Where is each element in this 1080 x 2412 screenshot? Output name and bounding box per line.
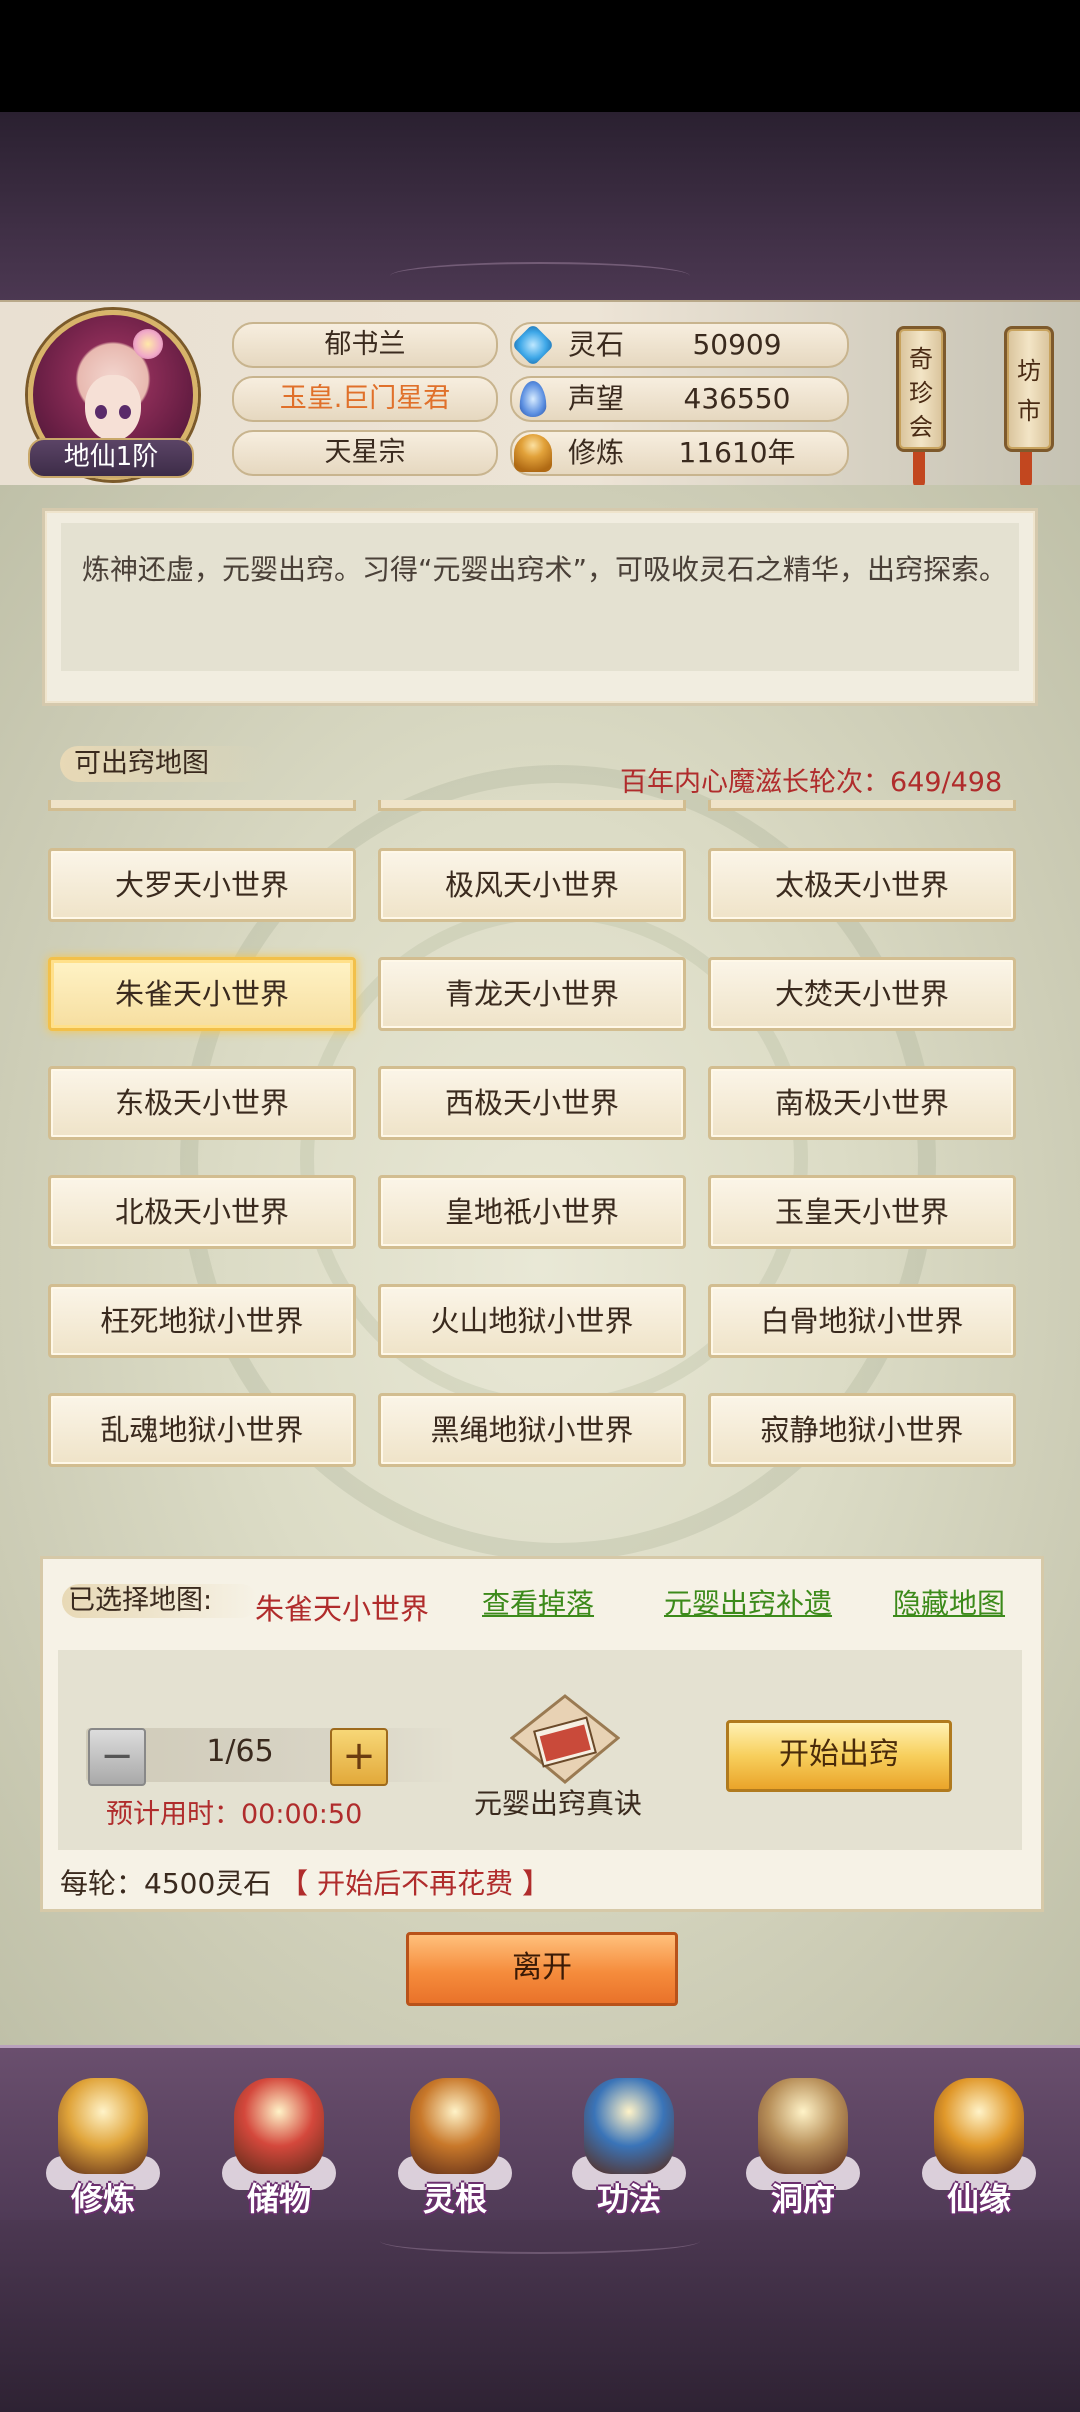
stat-label: 声望	[568, 382, 625, 415]
decrease-button[interactable]: −	[88, 1728, 146, 1786]
cost-amount: 每轮：4500灵石	[60, 1867, 272, 1900]
stat-value: 11610年	[678, 436, 796, 469]
scroll-char: 奇	[909, 345, 933, 373]
scroll-clipped-row	[48, 800, 356, 811]
map-button[interactable]: 玉皇天小世界	[708, 1175, 1016, 1249]
hidden-map-link[interactable]: 隐藏地图	[893, 1582, 1005, 1622]
scroll-char: 会	[909, 413, 933, 441]
nav-label: 储物	[246, 2180, 311, 2218]
nav-label: 仙缘	[946, 2180, 1011, 2218]
nav-item-4[interactable]: 功法	[554, 2070, 704, 2220]
tassel-decoration	[1020, 452, 1032, 488]
selected-map-label: 已选择地图:	[62, 1584, 258, 1618]
scroll-clipped-row	[378, 800, 686, 811]
nascent-soul-supplement-link[interactable]: 元婴出窍补遗	[664, 1582, 832, 1622]
demon-growth-label: 百年内心魔滋长轮次：	[620, 767, 890, 798]
stat-prestige: 声望 436550	[510, 376, 849, 422]
bottom-backdrop	[0, 2220, 1080, 2412]
demon-growth-value: 649/498	[890, 767, 1003, 798]
map-button[interactable]: 太极天小世界	[708, 848, 1016, 922]
nav-item-5[interactable]: 洞府	[728, 2070, 878, 2220]
immortal-gourd-icon	[934, 2078, 1024, 2174]
player-title: 玉皇.巨门星君	[232, 376, 498, 422]
map-button[interactable]: 青龙天小世界	[378, 957, 686, 1031]
nav-label: 修炼	[70, 2180, 135, 2218]
technique-book-label: 元婴出窍真诀	[474, 1787, 643, 1820]
demon-growth-counter: 百年内心魔滋长轮次：649/498	[620, 760, 1002, 799]
map-button[interactable]: 皇地祇小世界	[378, 1175, 686, 1249]
stat-cultivation: 修炼 11610年	[510, 430, 849, 476]
player-name: 郁书兰	[232, 322, 498, 368]
map-button[interactable]: 寂静地狱小世界	[708, 1393, 1016, 1467]
cultivation-monk-icon	[58, 2078, 148, 2174]
nav-label: 洞府	[770, 2180, 835, 2218]
rank-badge: 地仙1阶	[28, 438, 194, 478]
treasure-fair-button[interactable]: 奇 珍 会	[896, 326, 946, 452]
scroll-char: 珍	[909, 379, 933, 407]
map-button[interactable]: 枉死地狱小世界	[48, 1284, 356, 1358]
map-button[interactable]: 白骨地狱小世界	[708, 1284, 1016, 1358]
nav-label: 功法	[596, 2180, 661, 2218]
cost-note: 【 开始后不再花费 】	[280, 1867, 550, 1900]
map-button[interactable]: 南极天小世界	[708, 1066, 1016, 1140]
map-button[interactable]: 朱雀天小世界	[48, 957, 356, 1031]
map-button[interactable]: 火山地狱小世界	[378, 1284, 686, 1358]
estimated-time: 预计用时：00:00:50	[106, 1799, 363, 1830]
hair-flower-icon	[133, 329, 163, 359]
description-inner	[61, 523, 1019, 671]
section-label-maps: 可出窍地图	[60, 746, 264, 782]
technique-book-icon	[584, 2078, 674, 2174]
stat-value: 436550	[683, 382, 791, 415]
nav-label: 灵根	[422, 2180, 487, 2218]
description-text: 炼神还虚，元婴出窍。习得“元婴出窍术”，可吸收灵石之精华，出窍探索。	[82, 553, 1008, 586]
nav-item-2[interactable]: 储物	[204, 2070, 354, 2220]
cost-per-round: 每轮：4500灵石 【 开始后不再花费 】	[60, 1862, 550, 1902]
map-button[interactable]: 乱魂地狱小世界	[48, 1393, 356, 1467]
map-button[interactable]: 极风天小世界	[378, 848, 686, 922]
avatar-face	[85, 375, 141, 441]
top-backdrop	[0, 112, 1080, 302]
increase-button[interactable]: +	[330, 1728, 388, 1786]
scroll-char: 坊	[1017, 357, 1041, 385]
prestige-crystal-icon	[519, 380, 547, 418]
stepper-value: 1/65	[206, 1734, 274, 1769]
scroll-clipped-row	[708, 800, 1016, 811]
storage-bag-icon	[234, 2078, 324, 2174]
map-button[interactable]: 大罗天小世界	[48, 848, 356, 922]
nav-item-3[interactable]: 灵根	[380, 2070, 530, 2220]
spirit-stone-icon	[511, 323, 555, 367]
avatar-eye	[119, 405, 131, 419]
stat-spirit-stone: 灵石 50909	[510, 322, 849, 368]
nav-item-6[interactable]: 仙缘	[904, 2070, 1054, 2220]
map-button[interactable]: 大焚天小世界	[708, 957, 1016, 1031]
technique-book-icon[interactable]	[510, 1694, 620, 1784]
map-button[interactable]: 黑绳地狱小世界	[378, 1393, 686, 1467]
stat-label: 修炼	[568, 436, 625, 469]
view-drops-link[interactable]: 查看掉落	[482, 1582, 594, 1622]
leave-button[interactable]: 离开	[406, 1932, 678, 2006]
start-projection-button[interactable]: 开始出窍	[726, 1720, 952, 1792]
tassel-decoration	[913, 452, 925, 488]
meditation-icon	[514, 434, 552, 472]
map-button[interactable]: 西极天小世界	[378, 1066, 686, 1140]
market-button[interactable]: 坊 市	[1004, 326, 1054, 452]
selected-map-name: 朱雀天小世界	[255, 1592, 430, 1626]
stat-value: 50909	[692, 328, 782, 361]
nav-item-1[interactable]: 修炼	[28, 2070, 178, 2220]
description-box	[42, 508, 1038, 706]
map-button[interactable]: 东极天小世界	[48, 1066, 356, 1140]
scroll-char: 市	[1017, 397, 1041, 425]
player-sect: 天星宗	[232, 430, 498, 476]
cave-house-icon	[758, 2078, 848, 2174]
stat-label: 灵石	[568, 328, 625, 361]
map-button[interactable]: 北极天小世界	[48, 1175, 356, 1249]
avatar-eye	[95, 405, 107, 419]
spirit-root-icon	[410, 2078, 500, 2174]
